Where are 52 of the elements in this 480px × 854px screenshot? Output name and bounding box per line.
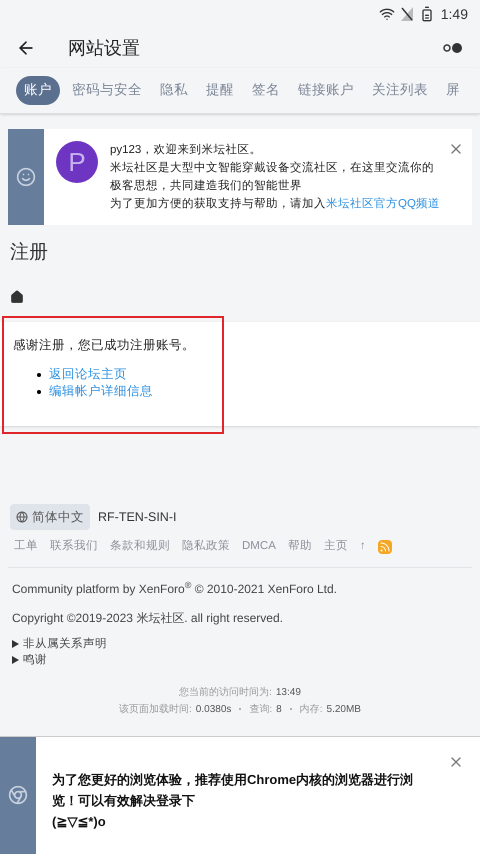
stat-label: 内存: <box>300 702 323 716</box>
home-icon[interactable] <box>10 290 24 304</box>
browser-notice-text: (≧▽≦*)o <box>52 812 107 831</box>
smile-icon <box>16 167 36 187</box>
footer-link[interactable]: 帮助 <box>288 538 312 556</box>
stat-label: 查询: <box>249 702 272 716</box>
footer-link[interactable]: 工单 <box>14 538 38 556</box>
success-message: 感谢注册，您已成功注册账号。 <box>13 336 196 354</box>
stat-value: 5.20MB <box>326 702 361 716</box>
footer-link[interactable]: 联系我们 <box>50 538 98 556</box>
wifi-icon <box>378 6 395 22</box>
globe-icon <box>16 510 28 523</box>
message-link[interactable]: 编辑帐户详细信息 <box>49 383 153 400</box>
stat-label: 该页面加载时间: <box>119 702 192 716</box>
avatar: P <box>56 141 98 183</box>
footer-link[interactable]: DMCA <box>242 538 276 556</box>
disclosure-toggle[interactable]: 非从属关系声明 <box>23 636 107 652</box>
visit-label: 您当前的访问时间为: <box>179 686 272 700</box>
footer-link[interactable]: ↑ <box>360 538 366 556</box>
clock: 1:49 <box>440 5 468 24</box>
notice-text: 为了更加方便的获取支持与帮助，请加入米坛社区官方QQ频道 <box>110 196 441 212</box>
footer-link[interactable]: 隐私政策 <box>182 538 230 556</box>
no-signal-icon <box>400 7 413 21</box>
disclosure-toggle[interactable]: 鸣谢 <box>23 652 47 668</box>
page-heading: 注册 <box>10 241 49 265</box>
tab[interactable]: 密码与安全 <box>66 76 148 105</box>
tab[interactable]: 账户 <box>16 76 60 105</box>
footer-link[interactable]: 主页 <box>324 538 348 556</box>
stat-value: 0.0380s <box>196 702 232 716</box>
window-title: 网站设置 <box>68 36 140 60</box>
bullet-icon <box>37 372 41 377</box>
notice-text: py123，欢迎来到米坛社区。 <box>110 142 262 158</box>
platform-credit: Community platform by XenForo$^{®}$ © 2010-2021 XenForo Ltd. <box>12 580 338 598</box>
style-chooser[interactable]: RF-TEN-SIN-I <box>98 508 176 526</box>
tab[interactable]: 隐私 <box>154 76 194 105</box>
visit-time: 13:49 <box>276 686 301 700</box>
message-link[interactable]: 返回论坛主页 <box>49 366 127 384</box>
footer-link[interactable]: 条款和规则 <box>110 538 170 556</box>
language-button[interactable]: 简体中文 <box>10 504 90 530</box>
copyright-text: Copyright ©2019-2023 米坛社区. all right reserved. <box>12 610 284 626</box>
tab[interactable]: 关注列表 <box>366 76 434 105</box>
toggle-icon[interactable] <box>442 42 464 54</box>
qq-channel-link[interactable]: 米坛社区官方QQ频道 <box>326 198 440 210</box>
tab[interactable]: 屏 <box>440 76 466 105</box>
stat-value: 8 <box>276 702 282 716</box>
browser-notice-text: 为了您更好的浏览体验，推荐使用Chrome内核的浏览器进行浏览！可以有效解决登录下 <box>52 770 414 810</box>
tab[interactable]: 提醒 <box>200 76 240 105</box>
tab[interactable]: 链接账户 <box>292 76 360 105</box>
browser-icon <box>8 785 28 806</box>
bullet-icon <box>37 390 41 394</box>
notice-text: 米坛社区是大型中文智能穿戴设备交流社区，在这里交流你的极客思想，共同建造我们的智能世界 <box>110 160 435 194</box>
tab[interactable]: 签名 <box>246 76 286 105</box>
